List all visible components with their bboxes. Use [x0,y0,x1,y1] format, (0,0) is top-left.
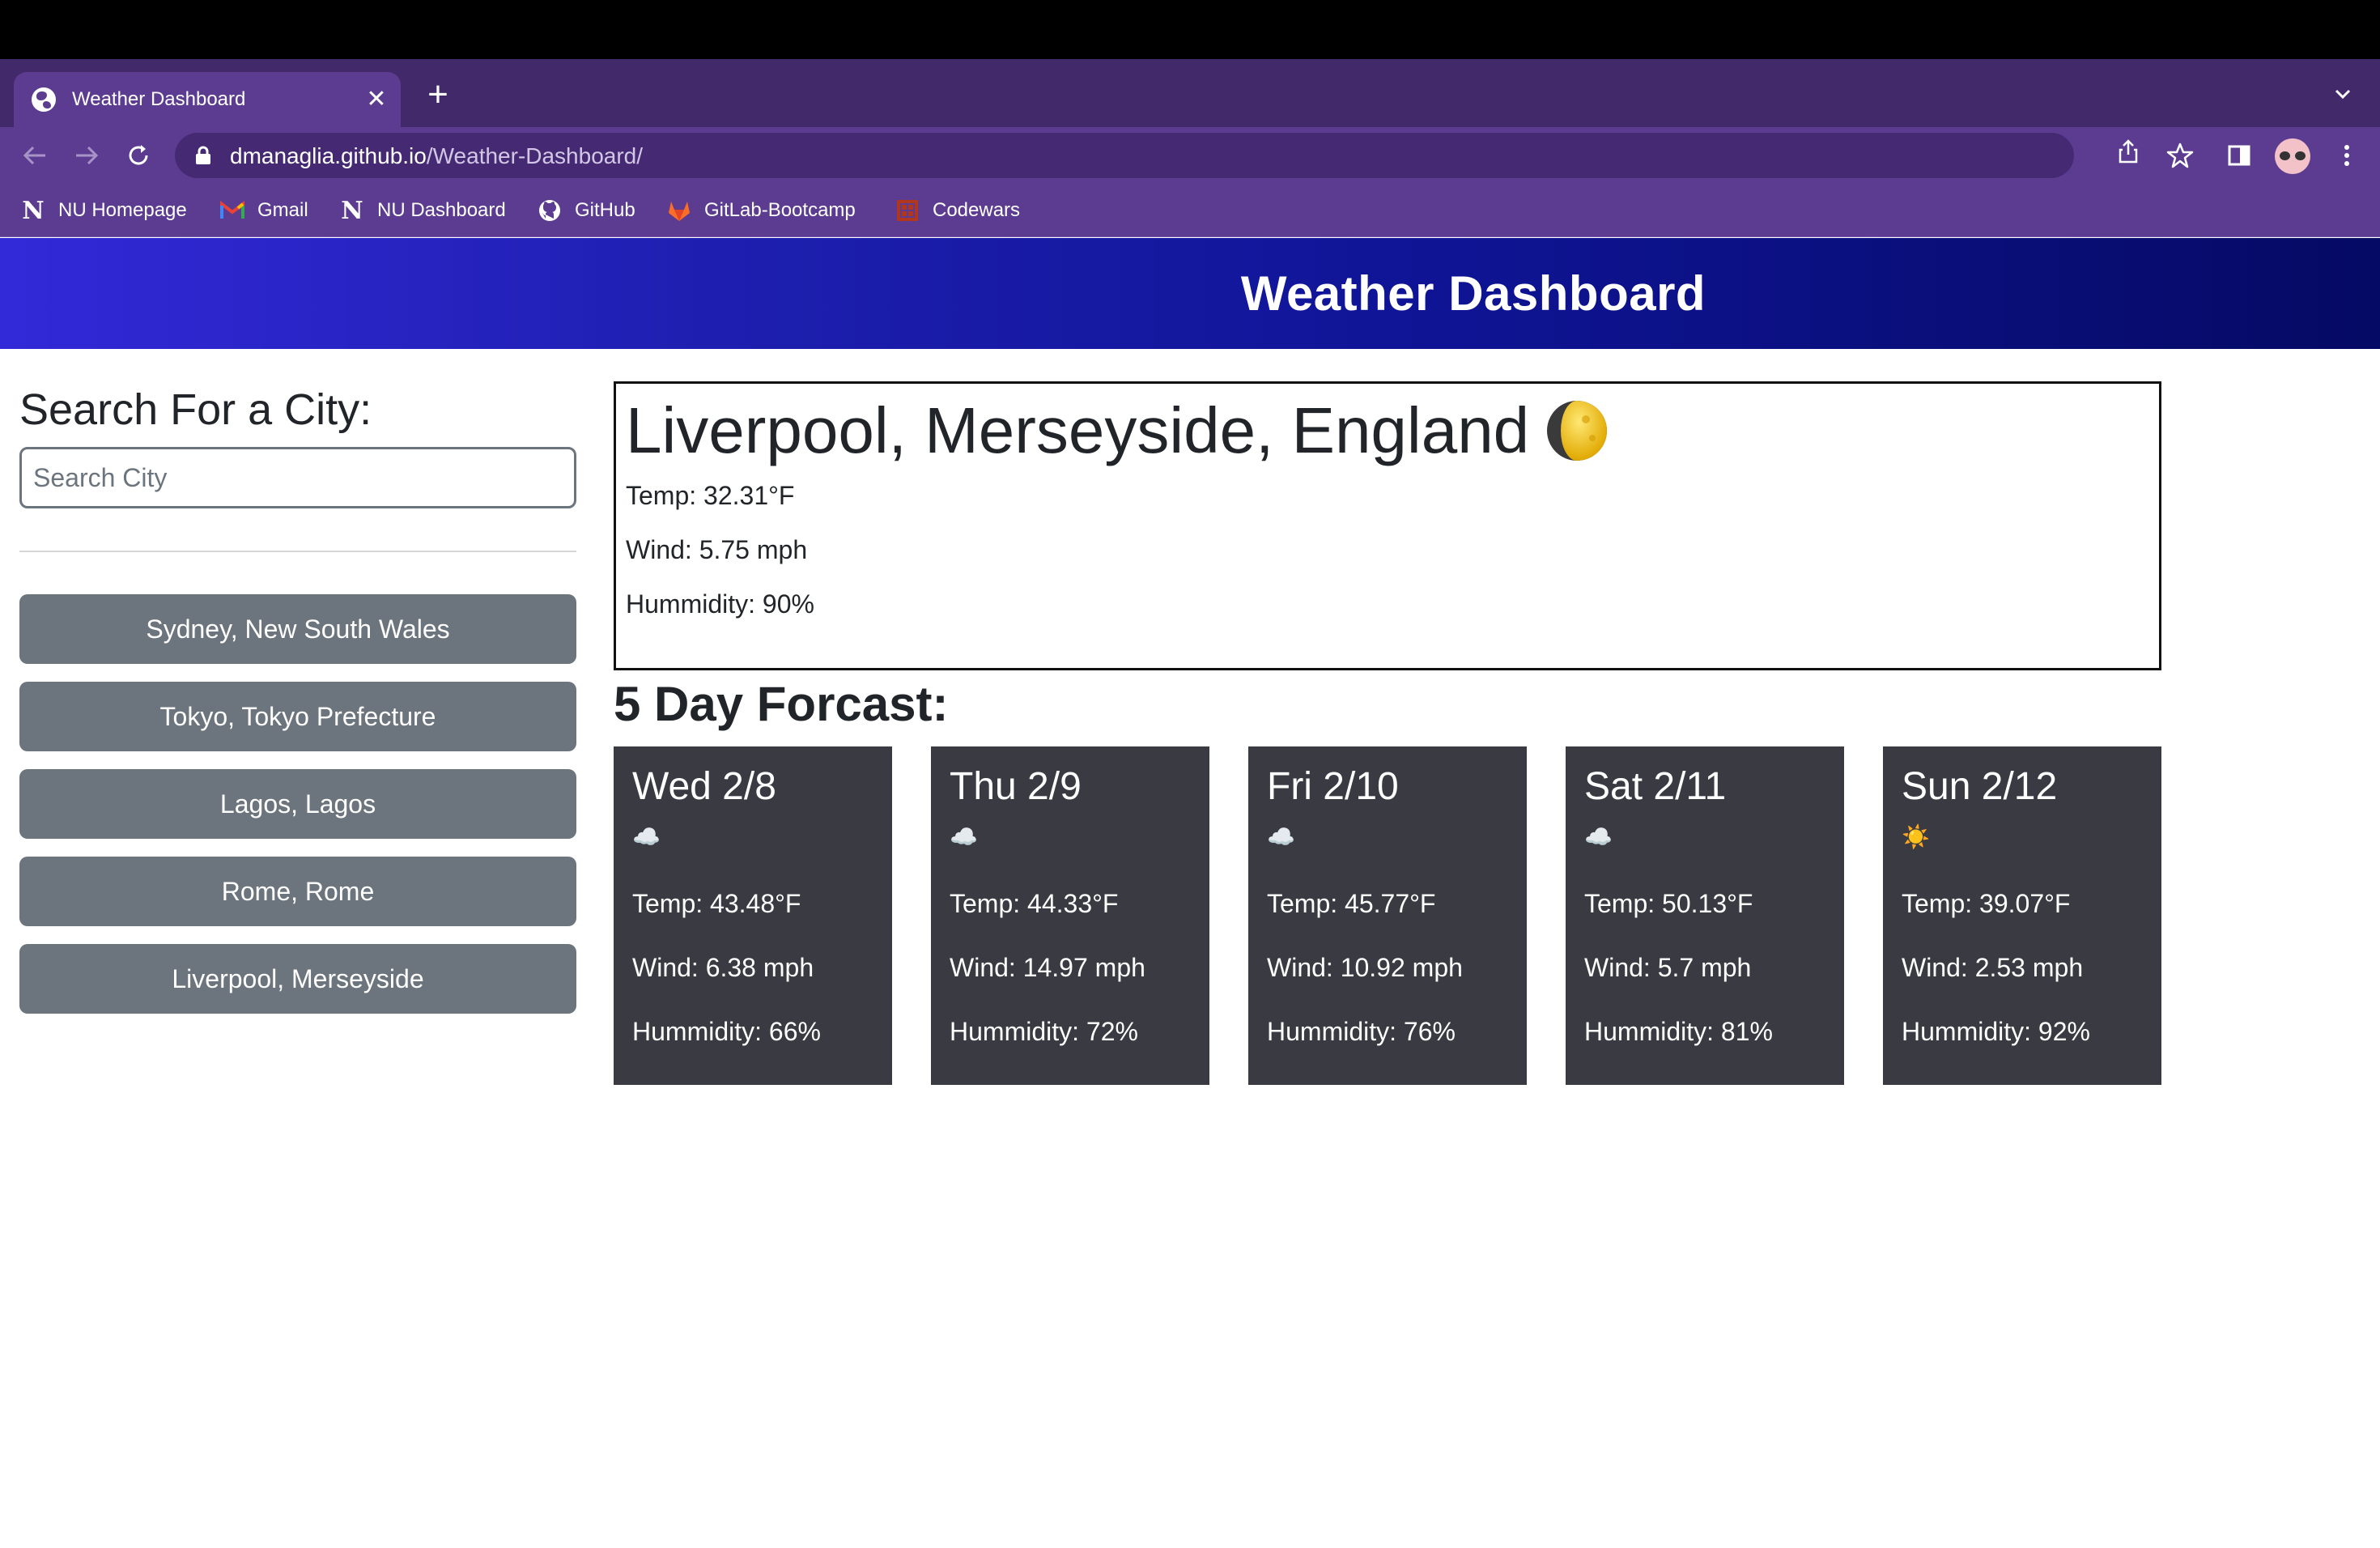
current-city-heading: Liverpool, Merseyside, England [626,392,2149,470]
forecast-cards: Wed 2/8 ☁️ Temp: 43.48°F Wind: 6.38 mph … [614,746,2161,1085]
page-title: Weather Dashboard [1240,266,1706,321]
sun-icon: ☀️ [1902,824,1930,849]
history-button-sydney[interactable]: Sydney, New South Wales [19,594,576,664]
bookmark-label: Gmail [257,199,308,221]
address-bar[interactable]: dmanaglia.github.io/Weather-Dashboard/ [175,133,2194,178]
url-domain: dmanaglia.github.io [230,143,427,168]
gmail-icon [220,198,244,223]
forecast-date: Sat 2/11 [1584,765,1727,808]
side-panel-icon[interactable] [2221,137,2258,174]
waxing-gibbous-moon-icon [1547,401,1608,461]
back-arrow-icon[interactable] [16,137,53,174]
search-history-list: Sydney, New South Wales Tokyo, Tokyo Pre… [19,594,576,1014]
forecast-temp: Temp: 44.33°F [950,889,1119,918]
codewars-icon [895,198,920,223]
history-button-tokyo[interactable]: Tokyo, Tokyo Prefecture [19,682,576,751]
forecast-humidity: Hummidity: 72% [950,1017,1138,1046]
forecast-wind: Wind: 5.7 mph [1584,953,1752,982]
forecast-temp: Temp: 39.07°F [1902,889,2071,918]
history-button-liverpool[interactable]: Liverpool, Merseyside [19,944,576,1014]
northeastern-n-icon: N [341,196,363,225]
bookmark-nu-dashboard[interactable]: N NU Dashboard [340,195,506,226]
bookmark-label: NU Homepage [58,199,187,221]
bookmark-gmail[interactable]: Gmail [220,195,308,226]
forecast-date: Wed 2/8 [632,765,776,808]
url-text: dmanaglia.github.io/Weather-Dashboard/ [230,143,643,169]
forecast-temp: Temp: 45.77°F [1267,889,1436,918]
bookmark-github[interactable]: GitHub [538,195,635,226]
sidebar-divider [19,551,576,552]
bookmark-label: GitLab-Bootcamp [704,199,856,221]
search-sidebar: Search For a City: Sydney, New South Wal… [19,384,576,1031]
bookmark-gitlab-bootcamp[interactable]: GitLab-Bootcamp [667,195,856,226]
cloud-icon: ☁️ [950,824,978,849]
mac-menubar [0,0,2380,59]
glasses-icon [2280,151,2306,161]
github-icon [538,198,562,223]
current-city-name: Liverpool, Merseyside, England [626,394,1530,466]
forecast-wind: Wind: 2.53 mph [1902,953,2084,982]
bookmark-label: GitHub [575,199,635,221]
bookmark-star-icon[interactable] [2161,137,2199,174]
current-wind: Wind: 5.75 mph [626,535,808,564]
forecast-date: Sun 2/12 [1902,765,2058,808]
bookmark-codewars[interactable]: Codewars [895,195,1020,226]
browser-toolbar: dmanaglia.github.io/Weather-Dashboard/ [0,127,2380,184]
current-weather-panel: Liverpool, Merseyside, England Temp: 32.… [614,381,2161,670]
forecast-temp: Temp: 50.13°F [1584,889,1753,918]
current-temp: Temp: 32.31°F [626,481,795,510]
forecast-date: Thu 2/9 [950,765,1082,808]
bookmark-label: Codewars [933,199,1021,221]
bookmark-label: NU Dashboard [377,199,506,221]
kebab-menu-icon[interactable] [2328,137,2365,174]
url-path: /Weather-Dashboard/ [426,143,644,168]
history-button-lagos[interactable]: Lagos, Lagos [19,769,576,839]
tab-strip: Weather Dashboard ✕ + [0,59,2380,127]
northeastern-n-icon: N [22,196,45,225]
forward-arrow-icon[interactable] [68,137,105,174]
tab-weather-dashboard[interactable]: Weather Dashboard ✕ [14,72,401,127]
share-icon[interactable] [2110,133,2147,170]
forecast-humidity: Hummidity: 92% [1902,1017,2090,1046]
forecast-card: Fri 2/10 ☁️ Temp: 45.77°F Wind: 10.92 mp… [1248,746,1527,1085]
forecast-humidity: Hummidity: 81% [1584,1017,1773,1046]
new-tab-button[interactable]: + [419,77,457,114]
forecast-temp: Temp: 43.48°F [632,889,801,918]
search-heading: Search For a City: [19,385,372,434]
current-humidity: Hummidity: 90% [626,589,814,619]
tab-search-chevron-icon[interactable] [2323,75,2362,113]
reload-icon[interactable] [120,137,157,174]
forecast-date: Fri 2/10 [1267,765,1399,808]
lock-icon [196,146,210,164]
tab-title: Weather Dashboard [72,88,246,110]
forecast-heading: 5 Day Forcast: [614,677,949,731]
globe-icon [32,87,56,112]
cloud-icon: ☁️ [1584,824,1613,849]
forecast-card: Thu 2/9 ☁️ Temp: 44.33°F Wind: 14.97 mph… [931,746,1209,1085]
forecast-card: Sun 2/12 ☀️ Temp: 39.07°F Wind: 2.53 mph… [1883,746,2161,1085]
forecast-wind: Wind: 6.38 mph [632,953,814,982]
forecast-wind: Wind: 10.92 mph [1267,953,1463,982]
forecast-humidity: Hummidity: 76% [1267,1017,1456,1046]
bookmarks-bar: N NU Homepage Gmail N NU Dashboard GitHu… [0,184,2380,237]
forecast-humidity: Hummidity: 66% [632,1017,821,1046]
cloud-icon: ☁️ [1267,824,1295,849]
search-city-input[interactable] [19,447,576,508]
forecast-wind: Wind: 14.97 mph [950,953,1145,982]
page-header: Weather Dashboard [0,238,2380,349]
profile-avatar[interactable] [2275,138,2310,174]
history-button-rome[interactable]: Rome, Rome [19,857,576,926]
gitlab-icon [667,198,691,223]
bookmark-nu-homepage[interactable]: N NU Homepage [21,195,187,226]
forecast-card: Wed 2/8 ☁️ Temp: 43.48°F Wind: 6.38 mph … [614,746,892,1085]
forecast-card: Sat 2/11 ☁️ Temp: 50.13°F Wind: 5.7 mph … [1566,746,1844,1085]
close-tab-icon[interactable]: ✕ [360,87,393,112]
cloud-icon: ☁️ [632,824,661,849]
